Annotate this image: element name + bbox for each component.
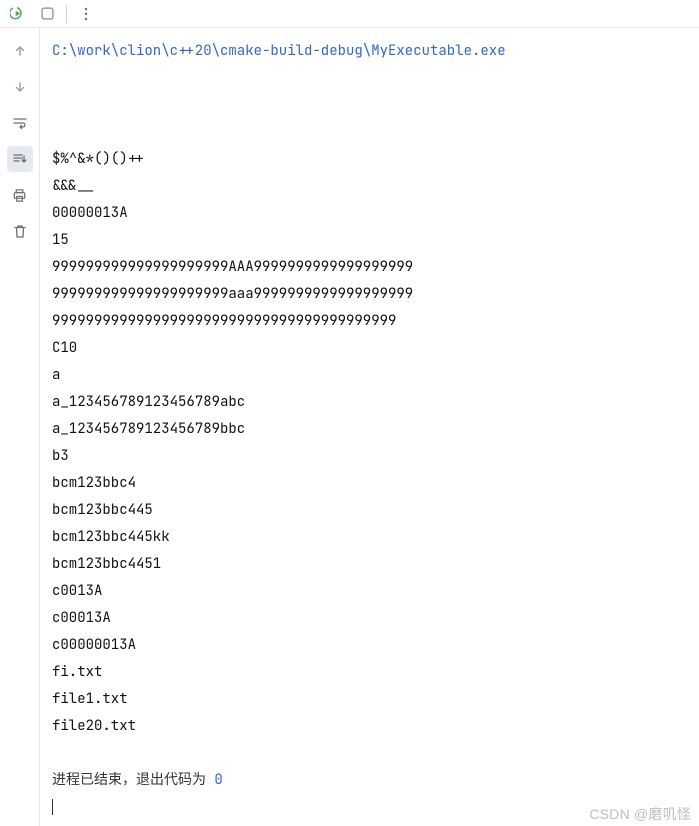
watermark: CSDN @磨叽怪 (589, 804, 691, 824)
print-icon (12, 188, 27, 203)
scroll-to-end-button[interactable] (7, 146, 33, 172)
executable-path: C:\work\clion\c++20\cmake-build-debug\My… (52, 42, 506, 60)
console-output[interactable]: C:\work\clion\c++20\cmake-build-debug\My… (40, 28, 699, 826)
more-vertical-icon (80, 7, 92, 21)
exit-code: 0 (214, 771, 222, 789)
scroll-end-icon (12, 152, 28, 166)
stop-icon (41, 7, 54, 20)
up-button[interactable] (7, 38, 33, 64)
trash-icon (13, 224, 27, 239)
clear-button[interactable] (7, 218, 33, 244)
exit-message: 进程已结束，退出代码为 (52, 771, 214, 789)
text-cursor (52, 799, 53, 815)
softwrap-button[interactable] (7, 110, 33, 136)
down-button[interactable] (7, 74, 33, 100)
console-gutter (0, 28, 40, 826)
main-area: C:\work\clion\c++20\cmake-build-debug\My… (0, 28, 699, 826)
softwrap-icon (12, 116, 28, 130)
output-lines: $%^&*()()++ &&&__ 00000013A 15 999999999… (52, 150, 413, 735)
stop-button[interactable] (36, 3, 58, 25)
more-actions-button[interactable] (75, 3, 97, 25)
rerun-icon (10, 6, 25, 21)
arrow-down-icon (13, 80, 27, 94)
print-button[interactable] (7, 182, 33, 208)
toolbar (0, 0, 699, 28)
arrow-up-icon (13, 44, 27, 58)
toolbar-separator (66, 5, 67, 23)
rerun-button[interactable] (6, 3, 28, 25)
